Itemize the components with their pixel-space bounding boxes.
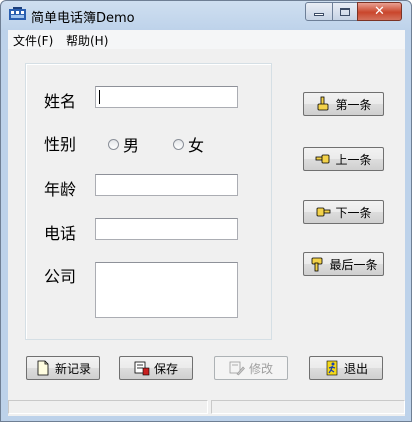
status-panel-right xyxy=(211,400,405,414)
client-area: 文件(F) 帮助(H) 姓名 性别 男 女 年龄 电话 公司 第一条 上一条 下… xyxy=(8,30,405,416)
gender-male-radio[interactable]: 男 xyxy=(108,132,139,156)
gender-female-radio[interactable]: 女 xyxy=(173,132,204,156)
radio-unchecked-icon xyxy=(173,138,184,150)
menu-help[interactable]: 帮助(H) xyxy=(66,32,108,49)
title-bar[interactable]: 简单电话簿Demo ✕ xyxy=(1,1,411,29)
status-panel-left xyxy=(8,400,208,414)
maximize-icon xyxy=(340,7,350,16)
previous-record-button[interactable]: 上一条 xyxy=(303,147,384,171)
hand-point-up-icon xyxy=(318,96,329,111)
phone-label: 电话 xyxy=(44,224,77,243)
menu-file[interactable]: 文件(F) xyxy=(13,32,53,49)
company-textarea[interactable] xyxy=(95,262,238,318)
hand-point-right-icon xyxy=(317,207,331,217)
name-label: 姓名 xyxy=(44,92,77,111)
status-bar xyxy=(8,398,405,416)
phone-input[interactable] xyxy=(95,218,238,240)
main-window: 简单电话簿Demo ✕ 文件(F) 帮助(H) 姓名 性别 男 女 年龄 电话 … xyxy=(0,0,412,422)
gender-label: 性别 xyxy=(44,135,77,154)
close-icon: ✕ xyxy=(374,4,385,19)
edit-icon xyxy=(229,361,245,376)
close-button[interactable]: ✕ xyxy=(357,2,402,21)
age-label: 年龄 xyxy=(44,180,77,199)
save-icon xyxy=(134,361,150,376)
edit-button[interactable]: 修改 xyxy=(214,356,288,380)
name-input[interactable] xyxy=(95,86,238,108)
last-record-button[interactable]: 最后一条 xyxy=(303,252,384,276)
phonebook-app-icon xyxy=(9,7,26,20)
company-label: 公司 xyxy=(44,267,77,286)
minimize-button[interactable] xyxy=(305,2,333,21)
new-document-icon xyxy=(37,360,49,376)
hand-point-down-icon xyxy=(312,257,323,272)
exit-button[interactable]: 退出 xyxy=(309,356,383,380)
menu-bar: 文件(F) 帮助(H) xyxy=(8,30,405,49)
exit-runner-icon xyxy=(326,360,338,376)
age-input[interactable] xyxy=(95,174,238,196)
maximize-button[interactable] xyxy=(332,2,358,21)
hand-point-left-icon xyxy=(316,154,330,164)
minimize-icon xyxy=(314,13,324,16)
next-record-button[interactable]: 下一条 xyxy=(303,200,384,224)
window-title: 简单电话簿Demo xyxy=(31,11,135,26)
text-caret xyxy=(99,90,100,104)
save-button[interactable]: 保存 xyxy=(119,356,193,380)
new-record-button[interactable]: 新记录 xyxy=(26,356,100,380)
radio-unchecked-icon xyxy=(108,138,119,150)
first-record-button[interactable]: 第一条 xyxy=(303,92,384,116)
